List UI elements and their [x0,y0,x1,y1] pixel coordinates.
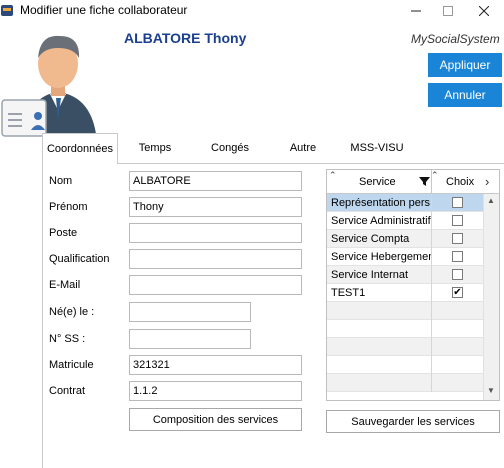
empty-row [327,320,483,338]
empty-row [327,302,483,320]
poste-label: Poste [49,227,78,239]
grid-header: ⌃ Service ⌃ Choix › [327,170,499,194]
empty-row [327,338,483,356]
tab-coordonnees[interactable]: Coordonnées [42,133,118,164]
service-cell: Service Compta [331,233,410,245]
choix-checkbox[interactable] [452,269,463,280]
vertical-scrollbar[interactable]: ▲ ▼ [483,194,499,400]
prenom-field[interactable]: Thony [129,197,302,217]
email-label: E-Mail [49,279,81,291]
service-cell: Service Administratif [331,215,431,227]
title-bar: Modifier une fiche collaborateur [0,0,504,22]
sort-service-icon[interactable]: ⌃ [329,170,337,181]
table-row[interactable]: Service Internat [327,266,483,284]
service-cell: Service Internat [331,269,409,281]
maximize-icon [443,6,453,16]
minimize-icon [411,10,421,12]
qualification-label: Qualification [49,253,110,265]
matricule-field[interactable]: 321321 [129,355,302,375]
email-field[interactable] [129,275,302,295]
contrat-label: Contrat [49,385,86,397]
column-choix-header[interactable]: Choix [446,176,474,188]
filter-icon[interactable] [419,176,430,187]
brand-label: MySocialSystem [411,32,500,46]
empty-row [327,356,483,374]
maximize-button[interactable] [432,0,464,22]
table-row[interactable]: Représentation pers [327,194,483,212]
prenom-label: Prénom [49,201,88,213]
choix-checkbox[interactable] [452,251,463,262]
scroll-down-icon[interactable]: ▼ [487,386,495,395]
column-service-header[interactable]: Service [359,176,396,188]
contrat-field[interactable]: 1.1.2 [129,381,302,401]
choix-checkbox[interactable] [452,197,463,208]
close-icon [479,6,489,16]
avatar-area [0,22,100,140]
services-grid: ⌃ Service ⌃ Choix › Représentation pers … [326,169,500,401]
nom-field[interactable]: ALBATORE [129,171,302,191]
service-cell: Service Hebergement [331,251,431,263]
tab-mss-visu[interactable]: MSS-VISU [340,133,414,163]
save-services-button[interactable]: Sauvegarder les services [326,410,500,433]
choix-checkbox[interactable] [452,233,463,244]
service-cell: TEST1 [331,287,366,299]
empty-row [327,374,483,392]
scroll-up-icon[interactable]: ▲ [487,196,495,205]
tab-temps[interactable]: Temps [126,133,184,163]
matricule-label: Matricule [49,359,94,371]
table-row[interactable]: TEST1 ✔ [327,284,483,302]
nom-label: Nom [49,175,73,187]
window-title: Modifier une fiche collaborateur [20,3,188,17]
table-row[interactable]: Service Compta [327,230,483,248]
apply-button[interactable]: Appliquer [428,53,502,77]
cancel-button[interactable]: Annuler [428,83,502,107]
birthdate-label: Né(e) le : [49,306,95,318]
poste-field[interactable] [129,223,302,243]
tab-autre[interactable]: Autre [278,133,328,163]
chevron-right-icon[interactable]: › [485,174,489,189]
employee-name: ALBATORE Thony [124,30,247,46]
table-row[interactable]: Service Hebergement [327,248,483,266]
app-icon [1,5,13,16]
qualification-field[interactable] [129,249,302,269]
minimize-button[interactable] [400,0,432,22]
close-button[interactable] [468,0,500,22]
ss-number-field[interactable] [129,329,251,349]
choix-checkbox[interactable]: ✔ [452,287,463,298]
tab-conges[interactable]: Congés [198,133,262,163]
ss-number-label: N° SS : [49,333,86,345]
service-cell: Représentation pers [331,197,431,209]
table-row[interactable]: Service Administratif [327,212,483,230]
sort-choix-icon[interactable]: ⌃ [431,170,439,181]
composition-services-button[interactable]: Composition des services [129,408,302,431]
choix-checkbox[interactable] [452,215,463,226]
birthdate-field[interactable] [129,302,251,322]
